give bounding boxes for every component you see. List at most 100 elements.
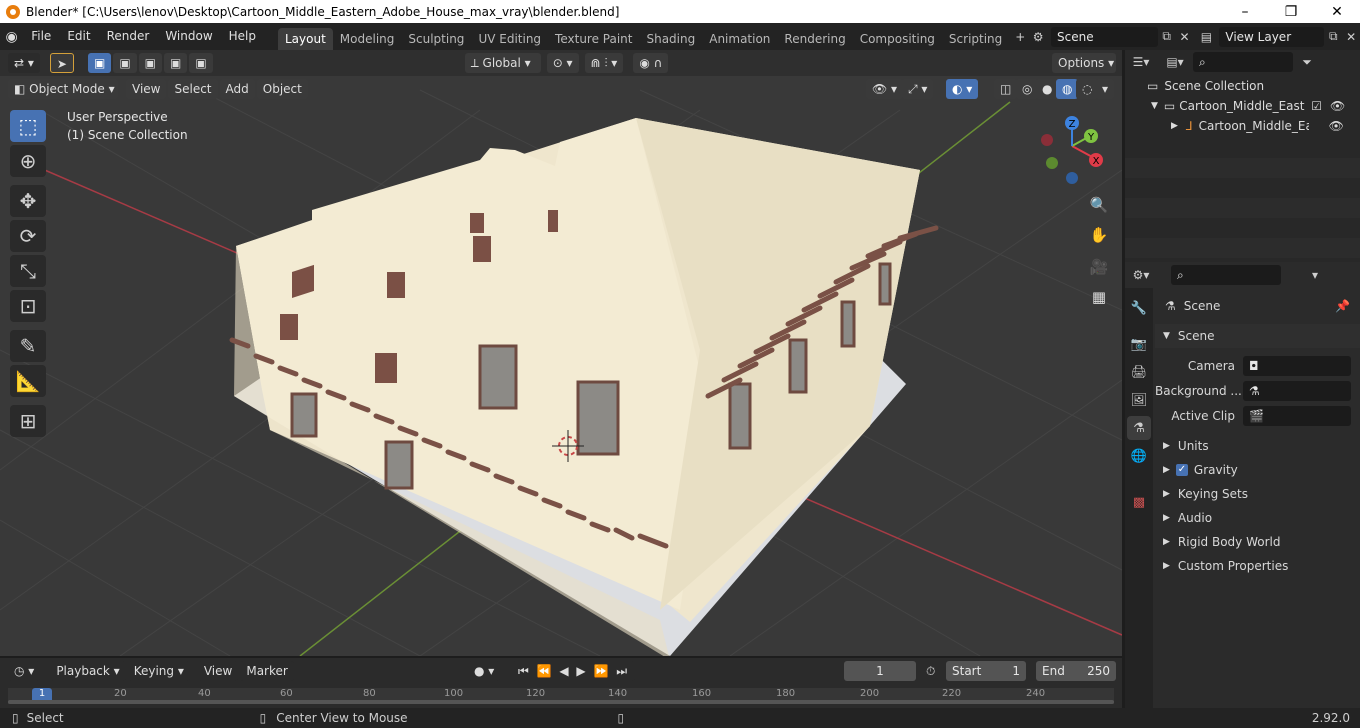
view-layer-field[interactable]: View Layer (1219, 26, 1325, 47)
maximize-button[interactable]: ❐ (1268, 0, 1314, 23)
tab-sculpting[interactable]: Sculpting (401, 28, 471, 50)
scene-name-field[interactable]: Scene (1051, 26, 1158, 47)
camera-view-icon[interactable]: 🎥 (1086, 254, 1112, 280)
annotate-tool-icon[interactable]: ✎ (10, 330, 46, 362)
delete-view-layer-icon[interactable]: ✕ (1342, 27, 1360, 47)
properties-type-icon[interactable]: ⚙▾ (1131, 265, 1151, 285)
transform-orientation-dropdown[interactable]: ⟂ Global ▾ (464, 53, 541, 73)
menu-select[interactable]: Select (168, 79, 218, 99)
add-cube-tool-icon[interactable]: ⊞ (10, 405, 46, 437)
pivot-point-icon[interactable]: ⊙ ▾ (546, 53, 579, 73)
stopwatch-icon[interactable]: ⏱ (926, 664, 935, 679)
delete-scene-icon[interactable]: ✕ (1176, 27, 1194, 47)
start-frame-field[interactable]: Start 1 (946, 661, 1026, 681)
menu-object[interactable]: Object (256, 79, 308, 99)
menu-render[interactable]: Render (99, 23, 158, 50)
keying-sets-panel[interactable]: ▶ Keying Sets (1155, 482, 1360, 506)
cursor-tool-icon[interactable]: ⊕ (10, 145, 46, 177)
options-dropdown[interactable]: Options ▾ (1052, 53, 1116, 73)
playback-menu[interactable]: Playback ▾ (50, 661, 126, 681)
tool-tab-icon[interactable]: 🔧 (1127, 296, 1151, 320)
mode-dropdown[interactable]: ◧ Object Mode ▾ (8, 79, 118, 99)
menu-file[interactable]: File (23, 23, 59, 50)
tab-animation[interactable]: Animation (702, 28, 777, 50)
snap-icon[interactable]: ⋒ ⫶ ▾ (584, 53, 624, 73)
gizmo-toggle-icon[interactable]: ⤢ ▾ (902, 79, 934, 99)
playback-controls[interactable]: ⏮ ⏪ ◀ ▶ ⏩ ⏭ (512, 661, 636, 681)
pan-hand-icon[interactable]: ✋ (1086, 222, 1112, 248)
blender-menu-icon[interactable]: ◉ (0, 29, 23, 45)
exclude-checkbox-icon[interactable]: ☑ (1311, 99, 1322, 113)
tab-texture-paint[interactable]: Texture Paint (548, 28, 639, 50)
add-workspace-icon[interactable]: + (1011, 27, 1029, 47)
frame-ruler[interactable]: 1 20 40 60 80 100 120 140 160 180 200 22… (8, 688, 1114, 704)
view-layer-tab-icon[interactable]: 🖼 (1127, 388, 1151, 412)
outliner-filter-mode-icon[interactable]: ▤▾ (1165, 52, 1185, 72)
outliner-row-object[interactable]: ▶ ⅃ Cartoon_Middle_East 👁 (1125, 116, 1360, 136)
menu-add[interactable]: Add (219, 79, 255, 99)
outliner-filter-icon[interactable]: ⏷ (1297, 52, 1317, 72)
measure-tool-icon[interactable]: 📐 (10, 365, 46, 397)
end-frame-field[interactable]: End 250 (1036, 661, 1116, 681)
zoom-icon[interactable]: 🔍 (1086, 192, 1112, 218)
select-mode-extend-icon[interactable]: ▣ (113, 53, 137, 73)
collapse-arrow-icon[interactable]: ▼ (1151, 101, 1158, 111)
outliner-type-icon[interactable]: ☰▾ (1131, 52, 1151, 72)
audio-panel[interactable]: ▶ Audio (1155, 506, 1360, 530)
minimize-button[interactable]: – (1222, 0, 1268, 23)
select-mode-intersect-icon[interactable]: ▣ (189, 53, 213, 73)
camera-field[interactable]: ◘ (1243, 356, 1351, 376)
select-mode-new-icon[interactable]: ▣ (87, 53, 112, 73)
timeline-scrollbar[interactable] (8, 700, 1114, 704)
gravity-panel[interactable]: ▶ ✓ Gravity (1155, 458, 1360, 482)
editor-type-icon[interactable]: ⇄ ▾ (8, 53, 40, 73)
pin-icon[interactable]: 📌 (1335, 299, 1350, 313)
current-frame-field[interactable]: 1 (844, 661, 916, 681)
visibility-icon[interactable]: 👁 ▾ (866, 79, 904, 99)
menu-help[interactable]: Help (221, 23, 264, 50)
scene-icon[interactable]: ⚙ (1029, 27, 1047, 47)
scale-tool-icon[interactable]: ⤡ (10, 255, 46, 287)
new-view-layer-icon[interactable]: ⧉ (1324, 27, 1342, 47)
menu-window[interactable]: Window (157, 23, 220, 50)
select-box-tool-icon[interactable]: ⬚ (10, 110, 46, 142)
units-panel[interactable]: ▶ Units (1155, 434, 1360, 458)
expand-arrow-icon[interactable]: ▶ (1171, 121, 1178, 131)
texture-tab-icon[interactable]: ▩ (1127, 490, 1151, 514)
tab-scripting[interactable]: Scripting (942, 28, 1009, 50)
close-button[interactable]: ✕ (1314, 0, 1360, 23)
transform-tool-icon[interactable]: ⊡ (10, 290, 46, 322)
scene-panel-header[interactable]: ▼ Scene (1155, 324, 1360, 348)
tab-uv-editing[interactable]: UV Editing (471, 28, 548, 50)
timeline-view-menu[interactable]: View (197, 661, 239, 681)
view-layer-icon[interactable]: ▤ (1198, 27, 1216, 47)
select-mode-subtract-icon[interactable]: ▣ (138, 53, 162, 73)
outliner-row-scene-collection[interactable]: ▭ Scene Collection (1125, 76, 1360, 96)
3d-viewport[interactable]: X Y Z ⇄ ▾ ➤ ▣ ▣ ▣ ▣ ▣ ⟂ Global ▾ ⊙ ▾ ⋒ ⫶… (0, 50, 1122, 656)
eye-icon[interactable]: 👁 (1330, 99, 1345, 113)
tab-modeling[interactable]: Modeling (333, 28, 402, 50)
menu-view[interactable]: View (126, 79, 167, 99)
eye-icon[interactable]: 👁 (1329, 119, 1344, 133)
tab-layout[interactable]: Layout (278, 28, 333, 50)
custom-properties-panel[interactable]: ▶ Custom Properties (1155, 554, 1360, 578)
properties-search-input[interactable]: ⌕ (1171, 265, 1281, 285)
rigid-body-world-panel[interactable]: ▶ Rigid Body World (1155, 530, 1360, 554)
outliner-row-collection[interactable]: ▼ ▭ Cartoon_Middle_Eastern_ ☑ 👁 (1125, 96, 1360, 116)
navigation-gizmo[interactable]: X Y Z (1041, 116, 1103, 184)
menu-edit[interactable]: Edit (59, 23, 98, 50)
world-tab-icon[interactable]: 🌐 (1127, 444, 1151, 468)
select-tool-icon[interactable]: ➤ (49, 53, 74, 73)
timeline-type-icon[interactable]: ◷ ▾ (8, 661, 41, 681)
xray-icon[interactable]: ◫ (994, 79, 1018, 99)
render-tab-icon[interactable]: 📷 (1127, 332, 1151, 356)
background-field[interactable]: ⚗ (1243, 381, 1351, 401)
ortho-grid-icon[interactable]: ▦ (1086, 284, 1112, 310)
outliner-search-input[interactable]: ⌕ (1193, 52, 1293, 72)
select-mode-invert-icon[interactable]: ▣ (164, 53, 188, 73)
move-tool-icon[interactable]: ✥ (10, 185, 46, 217)
tab-shading[interactable]: Shading (639, 28, 702, 50)
rotate-tool-icon[interactable]: ⟳ (10, 220, 46, 252)
keying-menu[interactable]: Keying ▾ (127, 661, 190, 681)
auto-keying-icon[interactable]: ● ▾ (468, 661, 501, 681)
